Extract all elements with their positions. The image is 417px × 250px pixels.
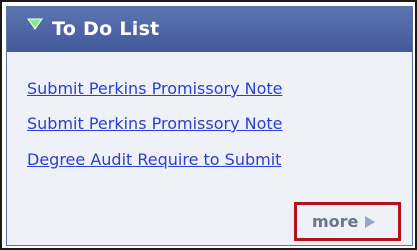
panel-header[interactable]: To Do List (7, 7, 412, 52)
todo-link-perkins-1[interactable]: Submit Perkins Promissory Note (27, 79, 283, 98)
more-label: more (312, 212, 359, 231)
more-link[interactable]: more (312, 212, 376, 232)
todo-list-item: Submit Perkins Promissory Note (27, 79, 283, 99)
collapse-triangle-icon[interactable] (27, 18, 43, 30)
todo-panel: To Do List Submit Perkins Promissory Not… (6, 6, 413, 246)
triangle-right-icon (365, 216, 376, 228)
todo-list-item: Degree Audit Require to Submit (27, 150, 281, 170)
todo-link-perkins-2[interactable]: Submit Perkins Promissory Note (27, 114, 283, 133)
panel-title: To Do List (52, 18, 160, 40)
more-highlight-box: more (294, 202, 401, 241)
todo-link-degree-audit[interactable]: Degree Audit Require to Submit (27, 150, 281, 169)
screenshot-frame: To Do List Submit Perkins Promissory Not… (0, 0, 417, 250)
todo-list-item: Submit Perkins Promissory Note (27, 114, 283, 134)
